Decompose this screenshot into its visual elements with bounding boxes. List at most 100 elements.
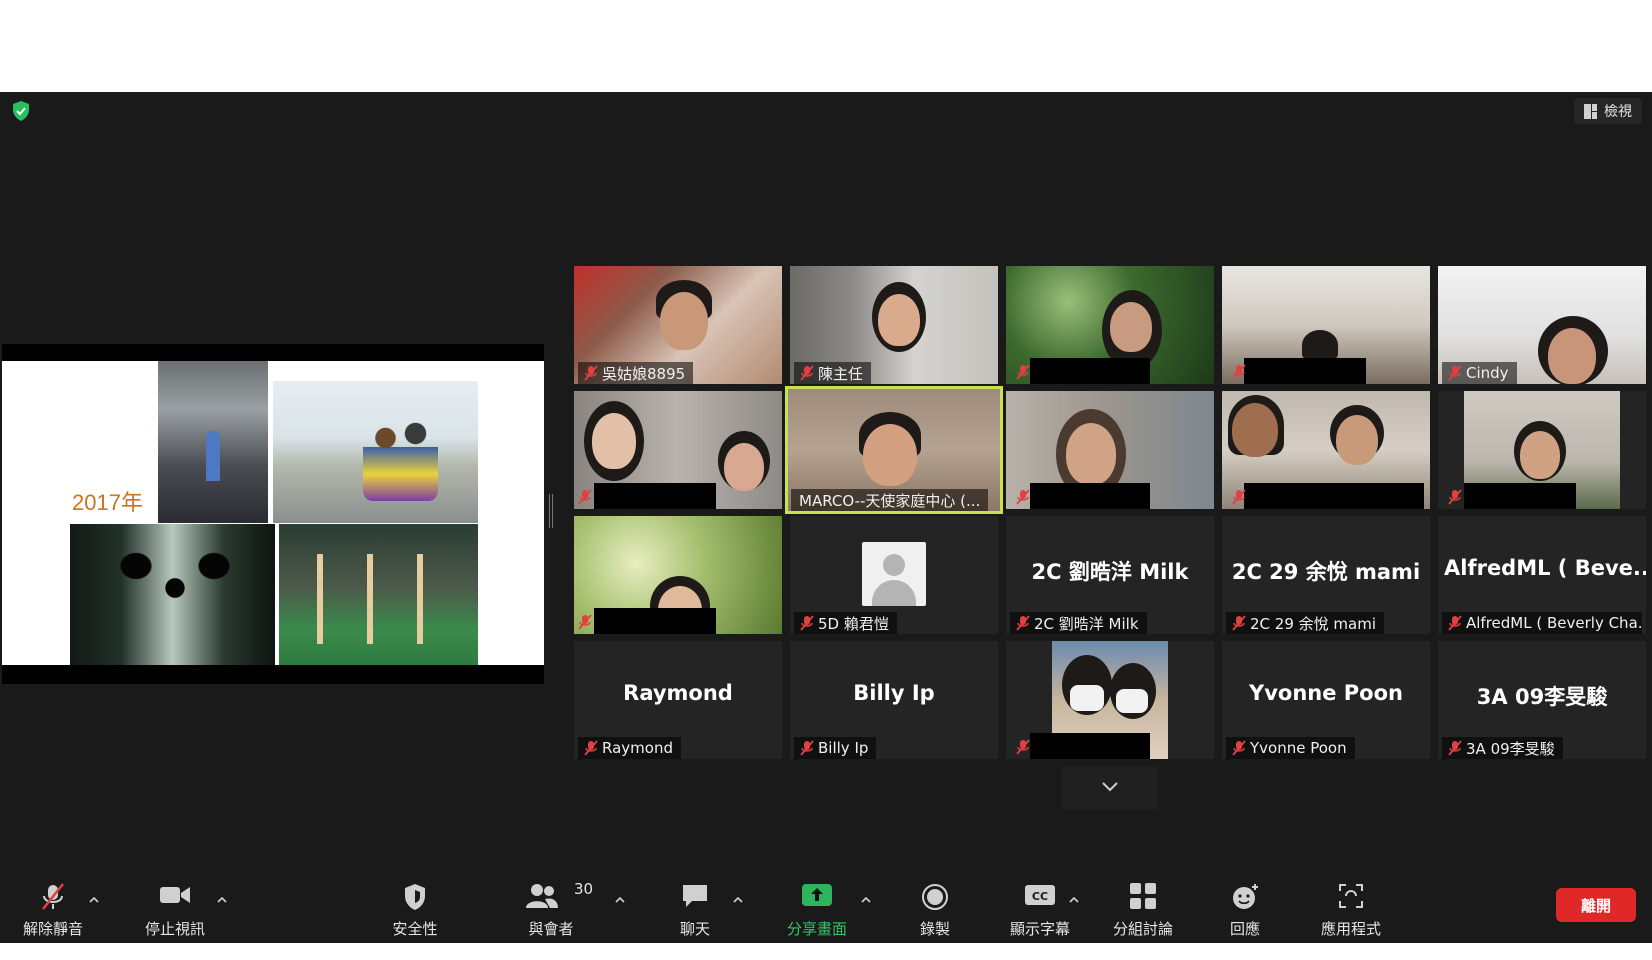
slide-photo-silhouette	[70, 524, 275, 665]
participant-display-name: 3A 09李旻駿	[1476, 685, 1608, 709]
video-tile[interactable]	[574, 391, 782, 509]
participant-display-name: Billy Ip	[853, 681, 935, 705]
participant-name-label: Billy Ip	[794, 737, 877, 759]
meeting-toolbar: 解除靜音 停止視訊 安全性 30 與會者 聊天 分享畫面 錄製 CC 顯示字幕 …	[0, 870, 1652, 943]
security-button[interactable]: 安全性	[372, 870, 458, 943]
muted-mic-icon	[1016, 615, 1030, 631]
video-tile[interactable]	[1006, 391, 1214, 509]
video-off-tile[interactable]: Raymond Raymond	[574, 641, 782, 759]
video-tile[interactable]	[1222, 266, 1430, 384]
chat-bubble-icon	[683, 885, 707, 907]
participant-display-name: Raymond	[623, 681, 733, 705]
apps-button[interactable]: 應用程式	[1306, 870, 1396, 943]
muted-mic-icon	[578, 489, 592, 505]
captions-options-caret-icon[interactable]	[1068, 896, 1080, 904]
muted-mic-icon	[42, 883, 64, 910]
gallery-next-page-button[interactable]	[1062, 766, 1158, 810]
view-layout-icon	[1584, 104, 1598, 119]
meeting-window: 檢視 2017年 吳姑娘8895 陳主任 Cindy MARCO--天使家庭中心…	[0, 92, 1652, 943]
participant-name-label: AlfredML ( Beverly Cha...	[1442, 612, 1642, 634]
redacted-name	[594, 483, 716, 509]
participant-name-label: MARCO--天使家庭中心 (...	[791, 489, 989, 511]
video-tile[interactable]	[1006, 266, 1214, 384]
chat-options-caret-icon[interactable]	[732, 896, 744, 904]
unmute-button[interactable]: 解除靜音	[10, 870, 96, 943]
breakout-grid-icon	[1130, 883, 1156, 909]
redacted-name	[1030, 733, 1150, 759]
video-tile[interactable]	[1222, 391, 1430, 509]
participant-display-name: 2C 29 余悅 mami	[1231, 560, 1421, 584]
video-tile[interactable]	[1438, 391, 1646, 509]
video-tile[interactable]	[574, 516, 782, 634]
apps-icon	[1339, 884, 1363, 908]
view-label: 檢視	[1604, 104, 1632, 120]
video-off-tile[interactable]: 5D 賴君愷	[790, 516, 998, 634]
participant-display-name: AlfredML ( Beve...	[1444, 556, 1646, 580]
participant-name-label: 3A 09李旻駿	[1442, 737, 1563, 759]
muted-mic-icon	[1232, 740, 1246, 756]
breakout-rooms-button[interactable]: 分組討論	[1098, 870, 1188, 943]
chat-button[interactable]: 聊天	[660, 870, 730, 943]
record-button[interactable]: 錄製	[900, 870, 970, 943]
view-button[interactable]: 檢視	[1574, 98, 1642, 124]
video-off-tile[interactable]: AlfredML ( Beve... AlfredML ( Beverly Ch…	[1438, 516, 1646, 634]
unmute-options-caret-icon[interactable]	[88, 896, 100, 904]
participant-name-label: 吳姑娘8895	[578, 362, 694, 384]
muted-mic-icon	[584, 740, 598, 756]
muted-mic-icon	[1448, 489, 1462, 505]
video-off-tile[interactable]	[1006, 641, 1214, 759]
closed-captions-icon: CC	[1025, 885, 1055, 905]
presentation-slide: 2017年	[2, 361, 544, 665]
video-options-caret-icon[interactable]	[216, 896, 228, 904]
reaction-emoji-icon	[1233, 884, 1258, 909]
muted-mic-icon	[1232, 364, 1246, 380]
video-off-tile[interactable]: Yvonne Poon Yvonne Poon	[1222, 641, 1430, 759]
muted-mic-icon	[584, 365, 598, 381]
muted-mic-icon	[1448, 740, 1462, 756]
participants-button[interactable]: 30 與會者	[508, 870, 594, 943]
muted-mic-icon	[1232, 489, 1246, 505]
participants-options-caret-icon[interactable]	[614, 896, 626, 904]
reactions-button[interactable]: 回應	[1210, 870, 1280, 943]
redacted-name	[1244, 358, 1366, 384]
muted-mic-icon	[800, 615, 814, 631]
muted-mic-icon	[1232, 615, 1246, 631]
svg-text:CC: CC	[1032, 890, 1048, 903]
share-options-caret-icon[interactable]	[860, 896, 872, 904]
video-off-tile[interactable]: 2C 劉晧洋 Milk 2C 劉晧洋 Milk	[1006, 516, 1214, 634]
participants-count: 30	[574, 880, 594, 898]
security-shield-icon[interactable]	[10, 100, 32, 122]
muted-mic-icon	[800, 740, 814, 756]
slide-photo-kids-reading	[273, 381, 478, 523]
participants-icon	[526, 884, 559, 908]
participant-name-label: 2C 劉晧洋 Milk	[1010, 612, 1147, 634]
slide-photo-station	[158, 361, 268, 523]
stop-video-button[interactable]: 停止視訊	[130, 870, 220, 943]
participant-display-name: 2C 劉晧洋 Milk	[1031, 560, 1189, 584]
video-tile[interactable]: 陳主任	[790, 266, 998, 384]
redacted-name	[1464, 483, 1576, 509]
redacted-name	[594, 608, 716, 634]
video-off-tile[interactable]: 2C 29 余悅 mami 2C 29 余悅 mami	[1222, 516, 1430, 634]
active-speaker-tile[interactable]: MARCO--天使家庭中心 (...	[785, 386, 1003, 514]
shield-icon	[405, 884, 425, 910]
chevron-down-icon	[1102, 782, 1118, 792]
shared-screen[interactable]: 2017年	[2, 344, 544, 684]
muted-mic-icon	[578, 614, 592, 630]
default-avatar-icon	[862, 542, 926, 606]
leave-meeting-button[interactable]: 離開	[1556, 888, 1636, 922]
participant-name-label: Cindy	[1442, 362, 1517, 384]
muted-mic-icon	[1448, 365, 1462, 381]
video-tile[interactable]: 吳姑娘8895	[574, 266, 782, 384]
participant-display-name: Yvonne Poon	[1249, 681, 1403, 705]
muted-mic-icon	[1016, 489, 1030, 505]
captions-button[interactable]: CC 顯示字幕	[1000, 870, 1080, 943]
participant-name-label: Yvonne Poon	[1226, 737, 1355, 759]
video-off-tile[interactable]: Billy Ip Billy Ip	[790, 641, 998, 759]
video-off-tile[interactable]: 3A 09李旻駿 3A 09李旻駿	[1438, 641, 1646, 759]
share-screen-button[interactable]: 分享畫面	[772, 870, 862, 943]
participant-name-label: 陳主任	[794, 362, 872, 384]
video-camera-icon	[160, 887, 190, 903]
video-tile[interactable]: Cindy	[1438, 266, 1646, 384]
split-resize-handle[interactable]	[549, 494, 553, 528]
